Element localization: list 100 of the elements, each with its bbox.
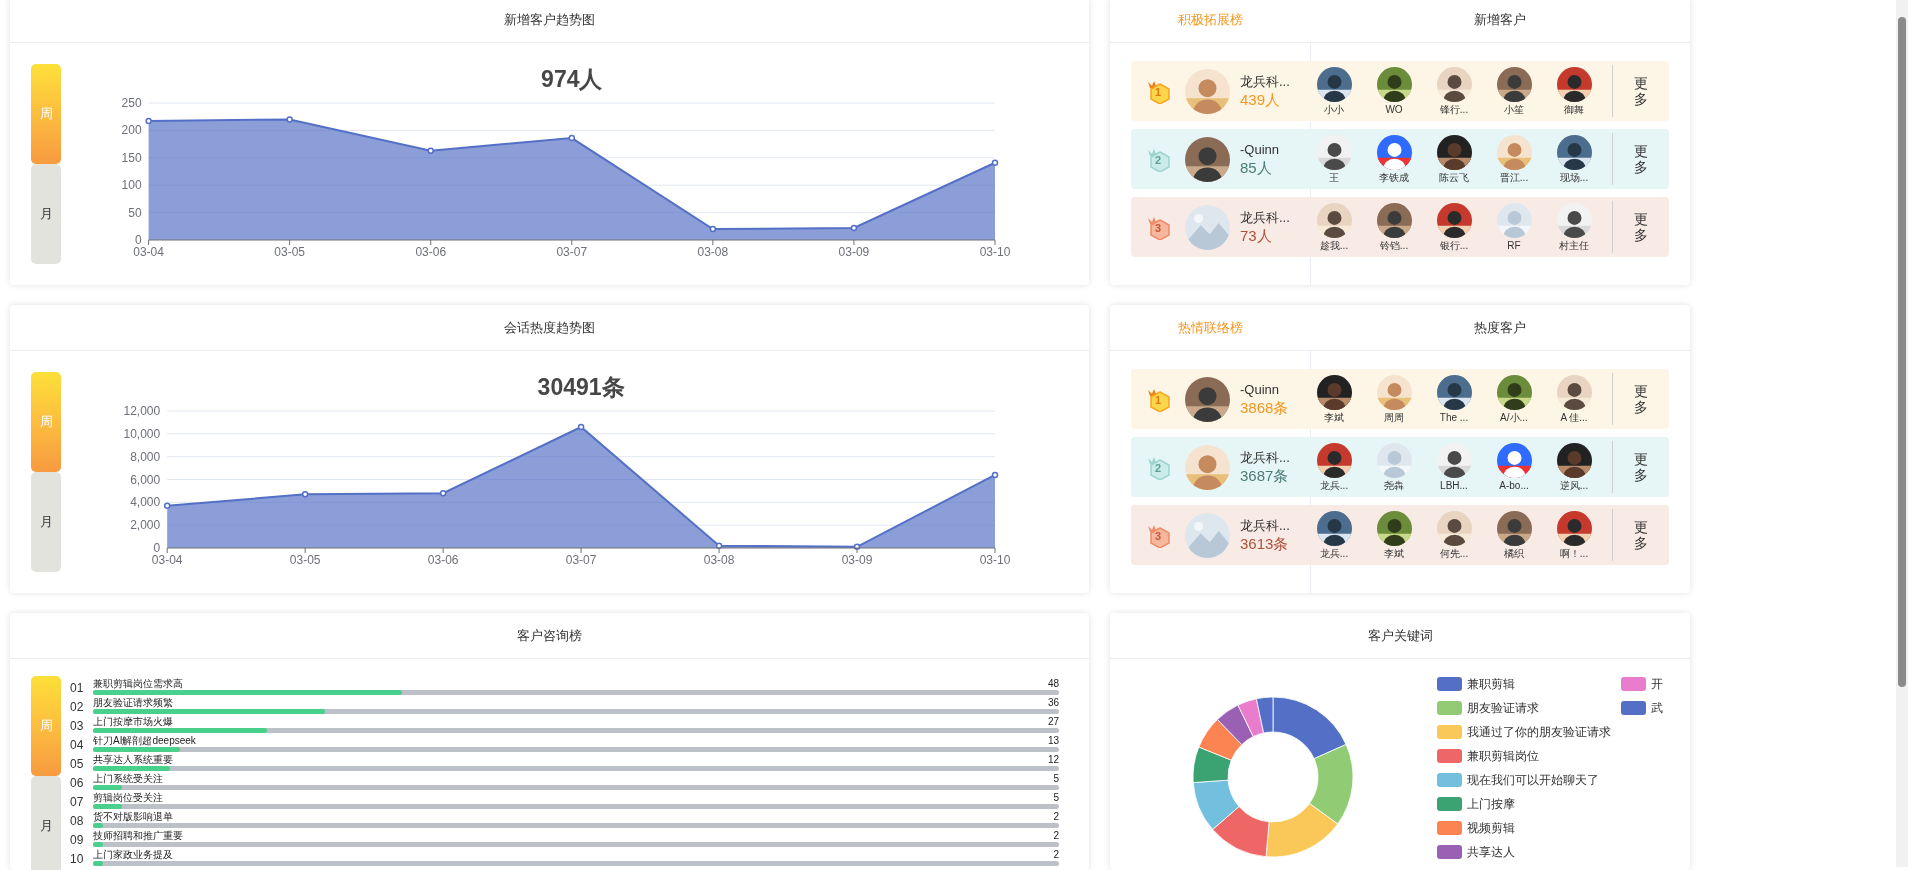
topic-count: 5 xyxy=(1053,773,1059,785)
customer-name: 晋江... xyxy=(1499,170,1529,184)
topic-label: 共享达人系统重要 xyxy=(93,754,173,766)
axis-label: 03-09 xyxy=(838,245,870,259)
customer-name: 铃铛... xyxy=(1379,238,1409,252)
customer-name: 啊！... xyxy=(1559,546,1589,560)
axis-label: 03-06 xyxy=(427,553,459,567)
axis-label: 03-10 xyxy=(979,245,1011,259)
topic-label: 剪辑岗位受关注 xyxy=(93,792,163,804)
customer-name: The ... xyxy=(1439,410,1469,424)
axis-label: 03-10 xyxy=(979,553,1011,567)
rank-number: 2 xyxy=(1155,463,1162,474)
axis-label: 0 xyxy=(134,233,142,247)
axis-label: 150 xyxy=(121,150,142,165)
rank-number: 1 xyxy=(1155,87,1162,98)
topic-count: 48 xyxy=(1047,678,1059,690)
axis-label: 03-05 xyxy=(289,553,321,567)
customer-name: 陈云飞 xyxy=(1439,170,1469,184)
customer-name: 现场... xyxy=(1559,170,1589,184)
topic-count: 12 xyxy=(1047,754,1059,766)
customer-name: 龙兵... xyxy=(1319,478,1349,492)
card-title: 客户咨询榜 xyxy=(517,626,582,645)
topic-label: 上门系统受关注 xyxy=(93,773,163,785)
customer-name: 王 xyxy=(1329,170,1339,184)
rank-number: 03 xyxy=(70,719,85,733)
axis-label: 03-08 xyxy=(697,245,729,259)
axis-label: 100 xyxy=(121,178,142,193)
rank-number: 02 xyxy=(70,700,85,714)
customer-name: 小小 xyxy=(1324,102,1344,116)
member-count: 3687条 xyxy=(1240,466,1290,485)
topic-label: 货不对版影响退单 xyxy=(93,811,173,823)
customer-name: 锋行... xyxy=(1439,102,1469,116)
customer-name: WO xyxy=(1385,102,1403,116)
topic-label: 上门家政业务提及 xyxy=(93,849,173,861)
member-name: -Quinn xyxy=(1240,381,1281,398)
rank-number: 04 xyxy=(70,738,85,752)
axis-label: 03-04 xyxy=(133,245,164,259)
axis-label: 2,000 xyxy=(130,518,161,533)
topic-label: 针刀AI解剖超deepseek xyxy=(93,735,196,747)
member-count: 3868条 xyxy=(1240,398,1290,417)
axis-label: 03-08 xyxy=(703,553,735,567)
customer-name: 御舞 xyxy=(1564,102,1584,116)
topic-label: 上门按摩市场火爆 xyxy=(93,716,173,728)
axis-label: 10,000 xyxy=(123,426,161,441)
axis-label: 03-04 xyxy=(151,553,183,567)
rank-number: 07 xyxy=(70,795,85,809)
member-name: -Quinn xyxy=(1240,141,1281,158)
card-title: 客户关键词 xyxy=(1367,626,1433,645)
rank-number: 06 xyxy=(70,776,85,790)
axis-label: 03-06 xyxy=(415,245,447,259)
rank-number: 01 xyxy=(70,681,85,695)
topic-count: 13 xyxy=(1047,735,1059,747)
rank-number: 10 xyxy=(70,852,85,866)
chart-title: 974人 xyxy=(541,66,603,92)
axis-label: 200 xyxy=(121,123,142,138)
customer-name: 李斌 xyxy=(1384,546,1404,560)
customer-name: 趁我... xyxy=(1319,238,1349,252)
axis-label: 03-07 xyxy=(565,553,597,567)
customer-name: 李铁成 xyxy=(1379,170,1409,184)
topic-count: 2 xyxy=(1053,849,1059,861)
rank-number: 2 xyxy=(1155,155,1162,166)
topic-count: 5 xyxy=(1053,792,1059,804)
customer-name: LBH... xyxy=(1440,478,1468,492)
axis-label: 03-05 xyxy=(274,245,305,259)
axis-label: 250 xyxy=(121,96,142,110)
topic-label: 朋友验证请求频繁 xyxy=(93,697,173,709)
card-title: 会话热度趋势图 xyxy=(504,318,595,337)
member-count: 85人 xyxy=(1240,158,1273,177)
member-name: 龙兵科... xyxy=(1240,517,1291,534)
topic-label: 兼职剪辑岗位需求高 xyxy=(93,678,183,690)
customer-name: 何先... xyxy=(1439,546,1469,560)
topic-count: 36 xyxy=(1047,697,1059,709)
customer-name: A-bo... xyxy=(1499,478,1529,492)
topic-count: 2 xyxy=(1053,830,1059,842)
customer-name: 李斌 xyxy=(1324,410,1344,424)
axis-label: 8,000 xyxy=(130,449,161,464)
customer-name: 周周 xyxy=(1384,410,1404,424)
customer-name: 小笙 xyxy=(1504,102,1524,116)
topic-label: 技师招聘和推广重要 xyxy=(93,830,183,842)
customer-name: 逆风... xyxy=(1559,478,1589,492)
customer-name: 龙兵... xyxy=(1319,546,1349,560)
rank-number: 3 xyxy=(1155,223,1162,234)
topic-count: 27 xyxy=(1047,716,1059,728)
customer-name: 银行... xyxy=(1439,238,1469,252)
axis-label: 03-07 xyxy=(556,245,588,259)
member-name: 龙兵科... xyxy=(1240,449,1291,466)
rank-number: 05 xyxy=(70,757,85,771)
member-count: 439人 xyxy=(1240,90,1282,109)
rank-number: 1 xyxy=(1155,395,1162,406)
card-title: 新增客户趋势图 xyxy=(504,10,595,29)
customer-name: 村主任 xyxy=(1559,238,1589,252)
member-count: 73人 xyxy=(1240,226,1273,245)
rank-number: 09 xyxy=(70,833,85,847)
axis-label: 4,000 xyxy=(130,495,161,510)
topic-count: 2 xyxy=(1053,811,1059,823)
rank-number: 08 xyxy=(70,814,85,828)
customer-name: A 佳... xyxy=(1560,410,1588,424)
member-name: 龙兵科... xyxy=(1240,209,1291,226)
axis-label: 50 xyxy=(128,205,142,220)
axis-label: 03-09 xyxy=(841,553,873,567)
